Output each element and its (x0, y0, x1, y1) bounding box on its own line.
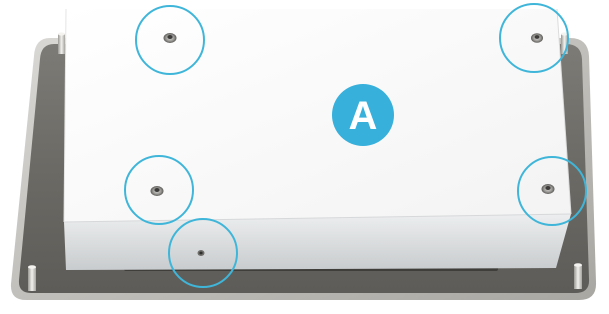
housing-front-face (64, 214, 571, 270)
device-illustration: A (10, 3, 597, 300)
standoff-bottom-left (28, 265, 36, 291)
fastener-top-right (531, 33, 543, 43)
callout-label: A (349, 94, 378, 138)
fastener-middle-left (150, 186, 164, 196)
standoff-bottom-right (574, 263, 582, 289)
housing-box (63, 8, 572, 270)
fastener-top-left (163, 33, 177, 43)
callout-badge: A (332, 84, 394, 146)
housing-top-face (64, 9, 571, 222)
fastener-bottom-front (197, 250, 205, 256)
standoff-top-left (58, 32, 65, 54)
fastener-middle-right (541, 184, 555, 194)
